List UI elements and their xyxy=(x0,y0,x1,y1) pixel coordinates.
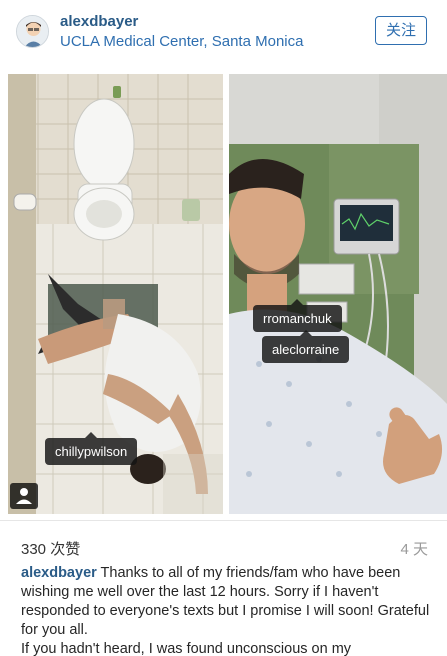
user-tag-rromanchuk[interactable]: rromanchuk xyxy=(253,299,342,332)
divider xyxy=(0,520,447,521)
caption-username[interactable]: alexdbayer xyxy=(21,565,97,581)
post-meta: 330 次赞 4 天 alexdbayer Thanks to all of m… xyxy=(0,520,447,656)
person-icon xyxy=(16,488,32,504)
user-tag-chillypwilson[interactable]: chillypwilson xyxy=(45,432,138,465)
hospital-selfie-photo xyxy=(229,74,447,514)
follow-button[interactable]: 关注 xyxy=(375,16,427,45)
post-username[interactable]: alexdbayer xyxy=(60,13,138,30)
user-tag-aleclorraine[interactable]: aleclorraine xyxy=(262,330,350,363)
post-photo[interactable]: chillypwilson rromanchuk aleclorraine xyxy=(0,74,447,514)
post-header: alexdbayer UCLA Medical Center, Santa Mo… xyxy=(0,0,447,66)
avatar-icon xyxy=(17,16,48,47)
like-count[interactable]: 330 次赞 xyxy=(21,538,80,559)
caption-text-continued: If you hadn't heard, I was found unconsc… xyxy=(21,641,352,656)
post-location[interactable]: UCLA Medical Center, Santa Monica xyxy=(60,33,303,50)
avatar[interactable] xyxy=(16,15,49,48)
post-caption: alexdbayer Thanks to all of my friends/f… xyxy=(21,564,431,656)
tagged-people-icon[interactable] xyxy=(10,483,38,509)
photo-panel-right xyxy=(229,74,447,514)
post-time: 4 天 xyxy=(400,541,428,558)
